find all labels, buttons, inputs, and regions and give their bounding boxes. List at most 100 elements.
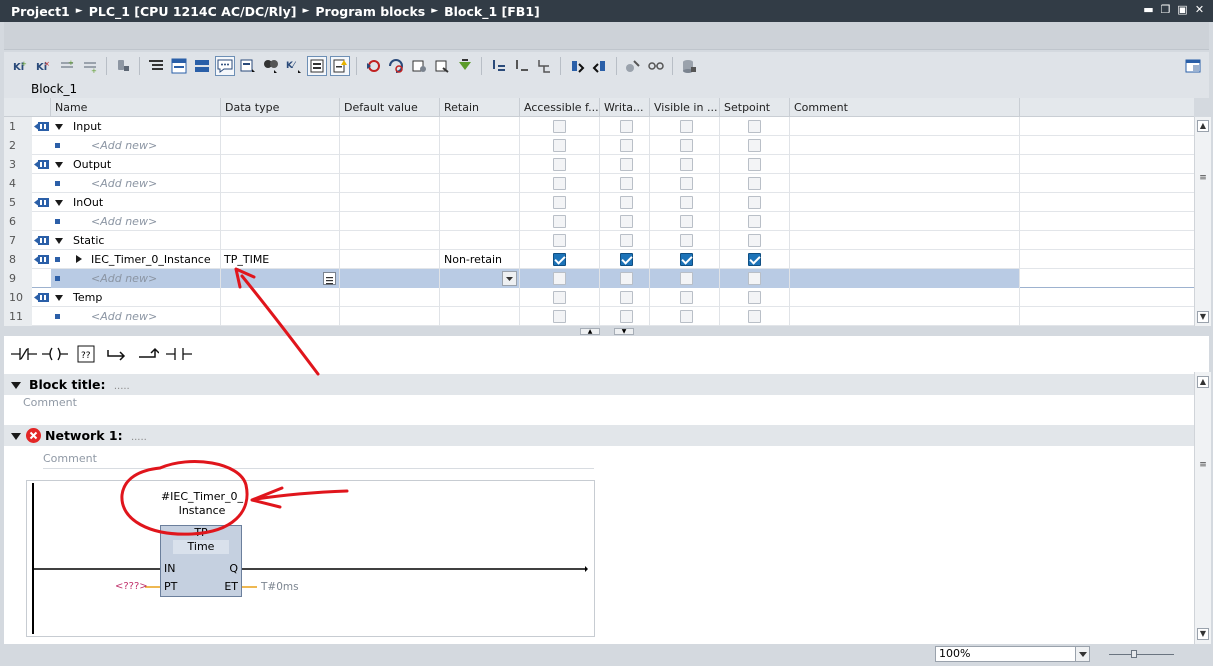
visible-cell[interactable] xyxy=(650,193,720,212)
visible-cell[interactable] xyxy=(650,231,720,250)
comment-cell[interactable] xyxy=(790,117,1020,136)
panel-layout-icon[interactable] xyxy=(1183,56,1203,76)
accessible-cell[interactable] xyxy=(520,307,600,326)
pt-operand[interactable]: <???> xyxy=(115,581,148,592)
comment-cell[interactable] xyxy=(790,193,1020,212)
network-1-ladder[interactable]: #IEC_Timer_0_ Instance TP Time IN PT Q E… xyxy=(26,480,595,637)
datatype-cell[interactable]: TP_TIME xyxy=(221,250,340,269)
setpoint-cell[interactable] xyxy=(720,212,790,231)
chevron-down-icon[interactable] xyxy=(1075,647,1089,661)
table-row[interactable]: 2 <Add new> xyxy=(4,136,1194,155)
breadcrumb-plc[interactable]: PLC_1 [CPU 1214C AC/DC/Rly] xyxy=(89,4,297,19)
scroll-up-icon[interactable]: ▲ xyxy=(1197,120,1209,132)
accessible-cell[interactable] xyxy=(520,250,600,269)
collapse-caret-icon[interactable] xyxy=(11,382,21,389)
network-comment[interactable]: Comment xyxy=(43,452,594,469)
chevron-down-icon[interactable] xyxy=(502,271,517,286)
checkbox[interactable] xyxy=(620,196,633,209)
table-row[interactable]: 6 <Add new> xyxy=(4,212,1194,231)
insert-network-icon[interactable]: Ki + xyxy=(11,56,31,76)
show-operands-icon[interactable]: K ⁄ xyxy=(284,56,304,76)
checkbox[interactable] xyxy=(553,158,566,171)
table-row[interactable]: 10 Temp xyxy=(4,288,1194,307)
datatype-cell[interactable] xyxy=(221,288,340,307)
default-value-cell[interactable] xyxy=(340,174,440,193)
checkbox[interactable] xyxy=(748,272,761,285)
visible-cell[interactable] xyxy=(650,174,720,193)
datatype-cell[interactable] xyxy=(221,136,340,155)
collapse-caret-icon[interactable] xyxy=(11,433,21,440)
retain-cell[interactable] xyxy=(440,136,520,155)
monitoring-off-icon[interactable] xyxy=(363,56,383,76)
database-icon[interactable] xyxy=(679,56,699,76)
table-row[interactable]: 7 Static xyxy=(4,231,1194,250)
maximize-icon[interactable]: ▣ xyxy=(1177,4,1188,15)
retain-cell[interactable]: Non-retain xyxy=(440,250,520,269)
network-title-value[interactable]: ..... xyxy=(131,432,147,443)
visible-cell[interactable] xyxy=(650,307,720,326)
close-block-icon[interactable] xyxy=(590,56,610,76)
comment-cell[interactable] xyxy=(790,250,1020,269)
retain-cell[interactable] xyxy=(440,193,520,212)
table-row[interactable]: 9 <Add new> xyxy=(4,269,1194,288)
default-value-cell[interactable] xyxy=(340,269,440,288)
table-row[interactable]: 3 Output xyxy=(4,155,1194,174)
block-title-value[interactable]: ..... xyxy=(114,381,130,392)
expand-caret-icon[interactable] xyxy=(55,162,63,168)
instance-name-line2[interactable]: Instance xyxy=(147,504,257,517)
open-branch-icon[interactable] xyxy=(103,340,131,368)
row-number[interactable]: 3 xyxy=(4,155,32,174)
name-cell[interactable]: Input xyxy=(51,117,221,136)
comments-toggle-icon[interactable] xyxy=(215,56,235,76)
comment-cell[interactable] xyxy=(790,231,1020,250)
name-cell[interactable]: <Add new> xyxy=(51,174,221,193)
expand-caret-icon[interactable] xyxy=(55,124,63,130)
checkbox[interactable] xyxy=(680,196,693,209)
datatype-cell[interactable] xyxy=(221,155,340,174)
scroll-up-icon[interactable]: ▲ xyxy=(1197,376,1209,388)
datatype-cell[interactable] xyxy=(221,174,340,193)
minimize-icon[interactable]: ▬ xyxy=(1143,4,1154,15)
normally-closed-contact-icon[interactable] xyxy=(10,340,38,368)
checkbox[interactable] xyxy=(680,158,693,171)
checkbox[interactable] xyxy=(748,234,761,247)
setpoint-cell[interactable] xyxy=(720,307,790,326)
block-comment[interactable]: Comment xyxy=(23,396,77,409)
checkbox[interactable] xyxy=(680,310,693,323)
checkbox[interactable] xyxy=(553,253,566,266)
datatype-cell[interactable] xyxy=(221,212,340,231)
name-cell[interactable]: <Add new> xyxy=(51,136,221,155)
comment-cell[interactable] xyxy=(790,307,1020,326)
accessible-cell[interactable] xyxy=(520,155,600,174)
row-number[interactable]: 6 xyxy=(4,212,32,231)
row-number[interactable]: 10 xyxy=(4,288,32,307)
next-error-icon[interactable] xyxy=(511,56,531,76)
writable-cell[interactable] xyxy=(600,117,650,136)
absolute-operands-icon[interactable] xyxy=(261,56,281,76)
checkbox[interactable] xyxy=(620,177,633,190)
writable-cell[interactable] xyxy=(600,212,650,231)
row-number[interactable]: 5 xyxy=(4,193,32,212)
checkbox[interactable] xyxy=(748,196,761,209)
column-header-visible[interactable]: Visible in ... xyxy=(650,98,720,117)
checkbox[interactable] xyxy=(680,291,693,304)
accessible-cell[interactable] xyxy=(520,231,600,250)
default-value-cell[interactable] xyxy=(340,117,440,136)
download-icon[interactable] xyxy=(455,56,475,76)
column-header-retain[interactable]: Retain xyxy=(440,98,520,117)
writable-cell[interactable] xyxy=(600,250,650,269)
expand-caret-icon[interactable] xyxy=(55,295,63,301)
visible-cell[interactable] xyxy=(650,212,720,231)
comment-cell[interactable] xyxy=(790,136,1020,155)
accessible-cell[interactable] xyxy=(520,212,600,231)
name-cell[interactable]: <Add new> xyxy=(51,269,221,288)
retain-cell[interactable] xyxy=(440,212,520,231)
instance-name-line1[interactable]: #IEC_Timer_0_ xyxy=(147,490,257,503)
datatype-cell[interactable] xyxy=(221,193,340,212)
setpoint-cell[interactable] xyxy=(720,250,790,269)
row-number[interactable]: 8 xyxy=(4,250,32,269)
expand-all-icon[interactable] xyxy=(146,56,166,76)
visible-cell[interactable] xyxy=(650,288,720,307)
default-value-cell[interactable] xyxy=(340,212,440,231)
checkbox[interactable] xyxy=(553,272,566,285)
